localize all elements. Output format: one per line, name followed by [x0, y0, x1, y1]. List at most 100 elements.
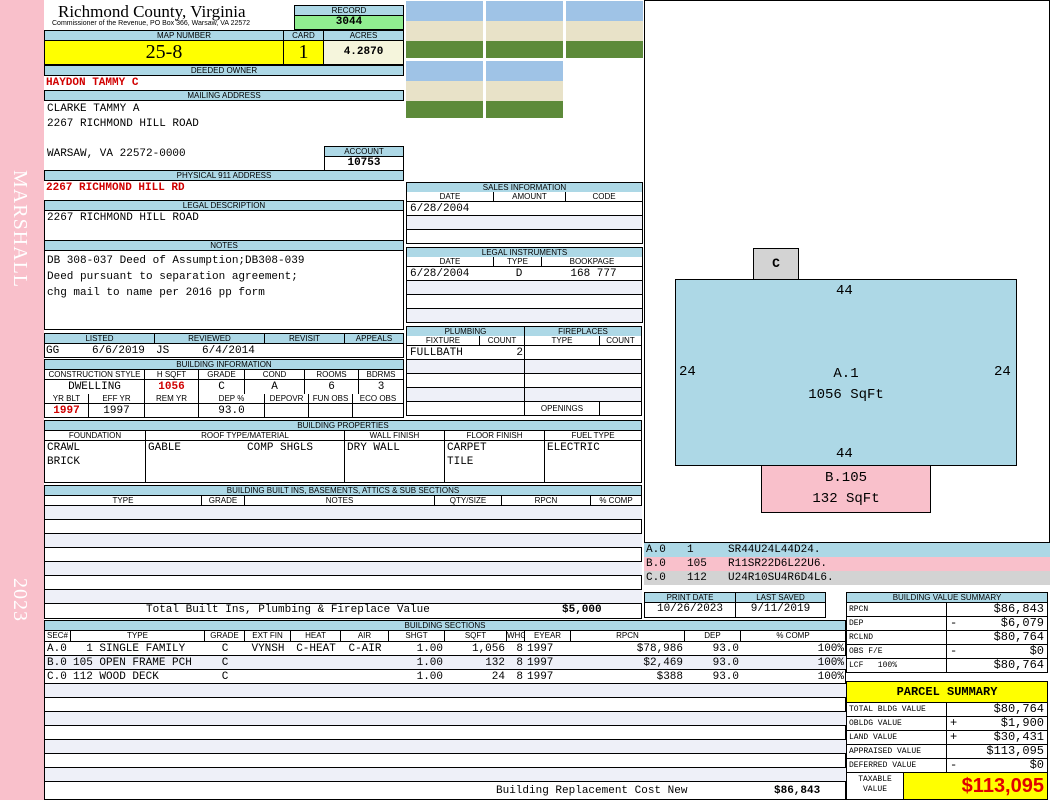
builtins-table: TYPE GRADE NOTES QTY/SIZE RPCN% COMP	[44, 495, 642, 619]
section-cell: 1.00	[416, 657, 443, 669]
section-cell: B.0	[47, 657, 67, 669]
building-info-value: C	[199, 380, 245, 395]
summary-label: OBLDG VALUE	[846, 716, 947, 731]
section-cell: 100%	[817, 643, 844, 655]
sidebar-name: MARSHALL	[9, 170, 31, 289]
property-value: GABLE COMP SHGLS	[146, 441, 345, 483]
column-header: COUNT	[600, 336, 642, 346]
section-cell: 1.00	[416, 643, 443, 655]
section-cell: 112 WOOD DECK	[73, 671, 159, 683]
physical-label: PHYSICAL 911 ADDRESS	[44, 170, 404, 181]
plumbing-row: FULLBATH 2	[406, 346, 525, 360]
column-header: WALL FINISH	[345, 431, 445, 441]
instruments-cell: 6/28/2004	[410, 268, 470, 280]
section-cell: 8	[516, 643, 523, 655]
parcel-summary-label: PARCEL SUMMARY	[846, 681, 1048, 703]
column-header: RPCN	[571, 631, 685, 642]
mailing-label: MAILING ADDRESS	[44, 90, 404, 101]
column-header: SEC#	[45, 631, 71, 642]
summary-value: $86,843	[993, 602, 1044, 616]
sales-row: 6/28/2004	[406, 202, 643, 216]
sketch-section-b[interactable]: B.105 132 SqFt	[761, 465, 931, 513]
note-line: Deed pursuant to separation agreement;	[47, 271, 298, 283]
column-header: WHGT	[507, 631, 532, 642]
plumbing-row	[406, 388, 525, 402]
blank-row	[45, 726, 846, 740]
legend-section: B.0	[646, 558, 666, 570]
builtins-total: $5,000	[562, 604, 602, 616]
replacement-label: Building Replacement Cost New	[496, 785, 688, 797]
property-photo[interactable]	[405, 0, 484, 59]
summary-value: $0	[1029, 758, 1044, 772]
column-header: ECO OBS	[353, 394, 404, 404]
section-cell: C.0	[47, 671, 67, 683]
legend-path: R11SR22D6L22U6.	[728, 558, 828, 570]
column-header: GRADE	[199, 370, 245, 380]
column-header: FIXTURE	[406, 336, 480, 346]
section-cell: 1,056	[471, 643, 505, 655]
summary-value: $1,900	[1000, 716, 1044, 730]
plumbing-row	[406, 374, 525, 388]
column-header: ROOMS	[305, 370, 359, 380]
builtin-row	[45, 534, 642, 548]
summary-label: DEFERRED VALUE	[846, 758, 947, 773]
section-cell: $78,986	[636, 643, 683, 655]
section-row: C.0 112 WOOD DECK C 1.00 24 8 1997 $388 93.0 100%	[45, 670, 846, 684]
summary-value: $113,095	[986, 744, 1044, 758]
sketch-legend-row[interactable]: B.0 105 R11SR22D6L22U6.	[644, 557, 1050, 571]
mailing-line2: 2267 RICHMOND HILL ROAD	[47, 118, 199, 130]
summary-value: $80,764	[993, 658, 1044, 672]
legend-path: U24R10SU4R6D4L6.	[728, 572, 834, 584]
sketch-b-label: B.105	[824, 470, 867, 486]
column-header: BOOKPAGE	[542, 257, 643, 267]
replacement-value: $86,843	[774, 785, 821, 797]
column-header: EFF YR	[89, 394, 145, 404]
section-cell: 1.00	[416, 671, 443, 683]
property-photo[interactable]	[565, 0, 644, 59]
sidebar-year: 2023	[9, 578, 31, 622]
property-photo[interactable]	[405, 60, 484, 119]
print-date: 10/26/2023	[644, 602, 736, 618]
reviewed-by: JS	[156, 345, 170, 357]
sketch-a-label: A.1	[833, 366, 859, 382]
openings-value	[600, 402, 642, 416]
column-header: DEP	[685, 631, 741, 642]
builtin-row	[45, 576, 642, 590]
column-header: REM YR	[145, 394, 199, 404]
building-info-value: 93.0	[199, 404, 265, 418]
column-header: EYEAR	[525, 631, 571, 642]
summary-label: LCF 100%	[846, 658, 947, 673]
account-number: 10753	[324, 156, 404, 171]
builtin-row	[45, 506, 642, 520]
building-info-value: DWELLING	[45, 380, 145, 395]
plumbing-cell: 2	[516, 347, 523, 359]
fireplaces-row	[524, 346, 642, 360]
column-header: BDRMS	[359, 370, 404, 380]
instruments-cell: D	[515, 268, 523, 280]
section-cell: C	[221, 671, 229, 683]
property-photo[interactable]	[485, 60, 564, 119]
summary-value: $30,431	[993, 730, 1044, 744]
note-line: chg mail to name per 2016 pp form	[47, 287, 265, 299]
property-photo[interactable]	[485, 0, 564, 59]
sketch-legend-row[interactable]: C.0 112 U24R10SU4R6D4L6.	[644, 571, 1050, 585]
summary-value: $6,079	[1000, 616, 1044, 630]
column-header: EXT FIN	[245, 631, 291, 642]
last-saved: 9/11/2019	[735, 602, 826, 618]
column-header: CONSTRUCTION STYLE	[45, 370, 145, 380]
section-cell: 93.0	[712, 657, 739, 669]
sketch-legend-row[interactable]: A.0 1 SR44U24L44D24.	[644, 543, 1050, 557]
section-cell: 1 SINGLE FAMILY	[73, 643, 186, 655]
builtin-row	[45, 520, 642, 534]
section-cell: C-AIR	[348, 643, 382, 655]
instruments-row: 6/28/2004 D 168 777	[406, 267, 643, 281]
sketch-section-c[interactable]: C	[753, 248, 799, 280]
property-value: DRY WALL	[345, 441, 445, 483]
building-info-value: A	[245, 380, 305, 395]
mailing-line3: WARSAW, VA 22572-0000	[47, 148, 186, 160]
sketch-a-bottom-dim: 44	[836, 446, 853, 462]
note-line: DB 308-037 Deed of Assumption;DB308-039	[47, 255, 305, 267]
instruments-row	[406, 295, 643, 309]
column-header: % COMP	[591, 496, 642, 506]
legend-code: 1	[687, 544, 694, 556]
